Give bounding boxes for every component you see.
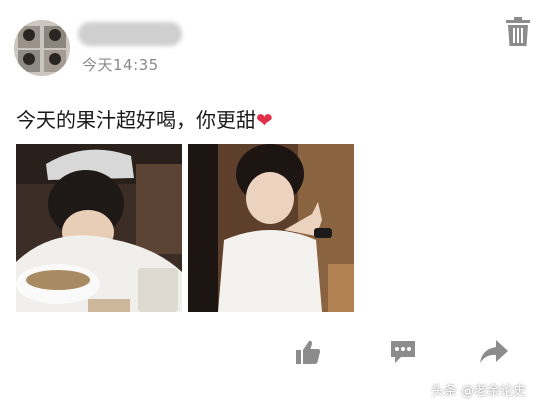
photo-1-image (16, 144, 182, 312)
username-redacted (78, 22, 182, 46)
comment-button[interactable] (385, 334, 421, 370)
like-button[interactable] (290, 334, 326, 370)
post-timestamp: 今天14:35 (82, 56, 159, 74)
delete-button[interactable] (500, 14, 536, 50)
share-icon (480, 340, 508, 363)
comment-icon (391, 341, 415, 363)
post-text: 今天的果汁超好喝，你更甜❤ (16, 104, 273, 133)
post-photo-1[interactable] (16, 144, 182, 312)
watermark: 头条 @老余论史 (431, 384, 527, 399)
photo-2-image (188, 144, 354, 312)
avatar-photo (14, 20, 70, 76)
post-text-content: 今天的果汁超好喝，你更甜 (16, 108, 256, 132)
post-photo-2[interactable] (188, 144, 354, 312)
trash-icon (506, 17, 530, 46)
avatar[interactable] (14, 20, 70, 76)
heart-emoji: ❤ (256, 108, 273, 132)
share-button[interactable] (476, 334, 512, 370)
thumbs-up-icon (296, 340, 321, 364)
